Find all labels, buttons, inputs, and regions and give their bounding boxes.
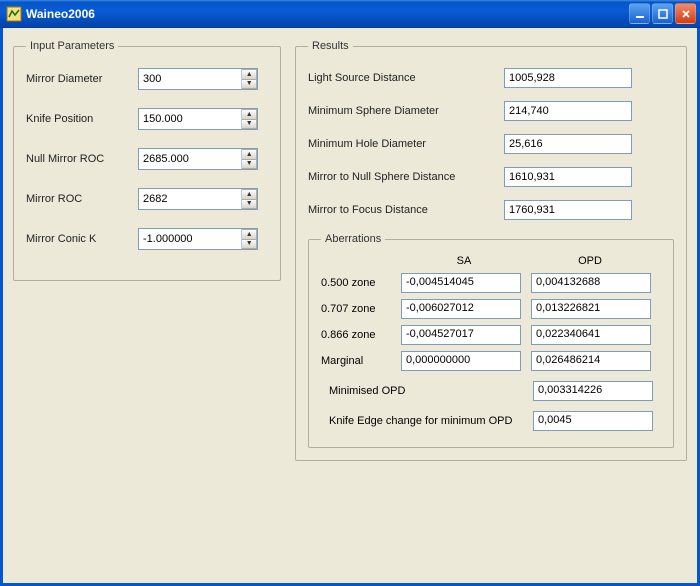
- null-mirror-roc-input[interactable]: [139, 149, 241, 169]
- header-zone: [321, 255, 401, 267]
- spin-up-icon[interactable]: ▲: [242, 69, 257, 79]
- row-knife-edge-change: Knife Edge change for minimum OPD 0,0045: [321, 411, 661, 431]
- spin-down-icon[interactable]: ▼: [242, 199, 257, 210]
- close-button[interactable]: [675, 3, 696, 24]
- label-minimised-opd: Minimised OPD: [321, 385, 533, 397]
- label-null-mirror-roc: Null Mirror ROC: [26, 153, 138, 165]
- mirror-roc-stepper[interactable]: ▲ ▼: [138, 188, 258, 210]
- mirror-conic-k-arrows: ▲ ▼: [241, 229, 257, 249]
- label-mirror-to-focus: Mirror to Focus Distance: [308, 204, 504, 216]
- client-area: Input Parameters Mirror Diameter ▲ ▼ Kni…: [0, 28, 700, 586]
- mirror-diameter-arrows: ▲ ▼: [241, 69, 257, 89]
- opd-0500: 0,004132688: [531, 273, 651, 293]
- row-min-sphere-diameter: Minimum Sphere Diameter 214,740: [308, 101, 674, 121]
- null-mirror-roc-arrows: ▲ ▼: [241, 149, 257, 169]
- knife-position-input[interactable]: [139, 109, 241, 129]
- row-mirror-to-focus: Mirror to Focus Distance 1760,931: [308, 200, 674, 220]
- aberrations-group: Aberrations SA OPD 0.500 zone -0,0045140…: [308, 233, 674, 448]
- aberr-row-marginal: Marginal 0,000000000 0,026486214: [321, 351, 661, 371]
- row-mirror-to-null-sphere: Mirror to Null Sphere Distance 1610,931: [308, 167, 674, 187]
- titlebar: Waineo2006: [0, 0, 700, 28]
- label-0707-zone: 0.707 zone: [321, 303, 401, 315]
- label-mirror-roc: Mirror ROC: [26, 193, 138, 205]
- value-minimised-opd: 0,003314226: [533, 381, 653, 401]
- spin-up-icon[interactable]: ▲: [242, 189, 257, 199]
- value-min-hole-diameter: 25,616: [504, 134, 632, 154]
- input-parameters-group: Input Parameters Mirror Diameter ▲ ▼ Kni…: [13, 40, 281, 281]
- opd-0866: 0,022340641: [531, 325, 651, 345]
- null-mirror-roc-stepper[interactable]: ▲ ▼: [138, 148, 258, 170]
- value-knife-edge-change: 0,0045: [533, 411, 653, 431]
- label-0866-zone: 0.866 zone: [321, 329, 401, 341]
- spin-down-icon[interactable]: ▼: [242, 159, 257, 170]
- header-opd: OPD: [527, 255, 653, 267]
- value-mirror-to-null-sphere: 1610,931: [504, 167, 632, 187]
- label-min-sphere-diameter: Minimum Sphere Diameter: [308, 105, 504, 117]
- header-sa: SA: [401, 255, 527, 267]
- row-mirror-diameter: Mirror Diameter ▲ ▼: [26, 68, 268, 90]
- sa-0866: -0,004527017: [401, 325, 521, 345]
- mirror-conic-k-stepper[interactable]: ▲ ▼: [138, 228, 258, 250]
- mirror-roc-input[interactable]: [139, 189, 241, 209]
- label-light-source-distance: Light Source Distance: [308, 72, 504, 84]
- mirror-roc-arrows: ▲ ▼: [241, 189, 257, 209]
- label-min-hole-diameter: Minimum Hole Diameter: [308, 138, 504, 150]
- window-controls: [629, 3, 696, 24]
- spin-down-icon[interactable]: ▼: [242, 239, 257, 250]
- label-knife-edge-change: Knife Edge change for minimum OPD: [321, 415, 533, 427]
- label-mirror-diameter: Mirror Diameter: [26, 73, 138, 85]
- value-min-sphere-diameter: 214,740: [504, 101, 632, 121]
- spin-up-icon[interactable]: ▲: [242, 109, 257, 119]
- label-0500-zone: 0.500 zone: [321, 277, 401, 289]
- window-title: Waineo2006: [26, 7, 629, 21]
- row-min-hole-diameter: Minimum Hole Diameter 25,616: [308, 134, 674, 154]
- spin-down-icon[interactable]: ▼: [242, 79, 257, 90]
- value-mirror-to-focus: 1760,931: [504, 200, 632, 220]
- knife-position-stepper[interactable]: ▲ ▼: [138, 108, 258, 130]
- sa-marginal: 0,000000000: [401, 351, 521, 371]
- results-legend: Results: [308, 40, 353, 52]
- row-null-mirror-roc: Null Mirror ROC ▲ ▼: [26, 148, 268, 170]
- spin-down-icon[interactable]: ▼: [242, 119, 257, 130]
- row-mirror-roc: Mirror ROC ▲ ▼: [26, 188, 268, 210]
- mirror-diameter-input[interactable]: [139, 69, 241, 89]
- input-parameters-legend: Input Parameters: [26, 40, 118, 52]
- spin-up-icon[interactable]: ▲: [242, 229, 257, 239]
- label-mirror-conic-k: Mirror Conic K: [26, 233, 138, 245]
- sa-0500: -0,004514045: [401, 273, 521, 293]
- knife-position-arrows: ▲ ▼: [241, 109, 257, 129]
- mirror-conic-k-input[interactable]: [139, 229, 241, 249]
- opd-marginal: 0,026486214: [531, 351, 651, 371]
- label-mirror-to-null-sphere: Mirror to Null Sphere Distance: [308, 171, 504, 183]
- row-mirror-conic-k: Mirror Conic K ▲ ▼: [26, 228, 268, 250]
- mirror-diameter-stepper[interactable]: ▲ ▼: [138, 68, 258, 90]
- spin-up-icon[interactable]: ▲: [242, 149, 257, 159]
- aberr-row-0707: 0.707 zone -0,006027012 0,013226821: [321, 299, 661, 319]
- aberr-row-0500: 0.500 zone -0,004514045 0,004132688: [321, 273, 661, 293]
- minimize-button[interactable]: [629, 3, 650, 24]
- sa-0707: -0,006027012: [401, 299, 521, 319]
- row-knife-position: Knife Position ▲ ▼: [26, 108, 268, 130]
- label-knife-position: Knife Position: [26, 113, 138, 125]
- value-light-source-distance: 1005,928: [504, 68, 632, 88]
- aberrations-legend: Aberrations: [321, 233, 385, 245]
- row-minimised-opd: Minimised OPD 0,003314226: [321, 381, 661, 401]
- row-light-source-distance: Light Source Distance 1005,928: [308, 68, 674, 88]
- maximize-button[interactable]: [652, 3, 673, 24]
- label-marginal: Marginal: [321, 355, 401, 367]
- aberrations-header: SA OPD: [321, 255, 661, 267]
- aberr-row-0866: 0.866 zone -0,004527017 0,022340641: [321, 325, 661, 345]
- results-group: Results Light Source Distance 1005,928 M…: [295, 40, 687, 461]
- opd-0707: 0,013226821: [531, 299, 651, 319]
- app-icon: [6, 6, 22, 22]
